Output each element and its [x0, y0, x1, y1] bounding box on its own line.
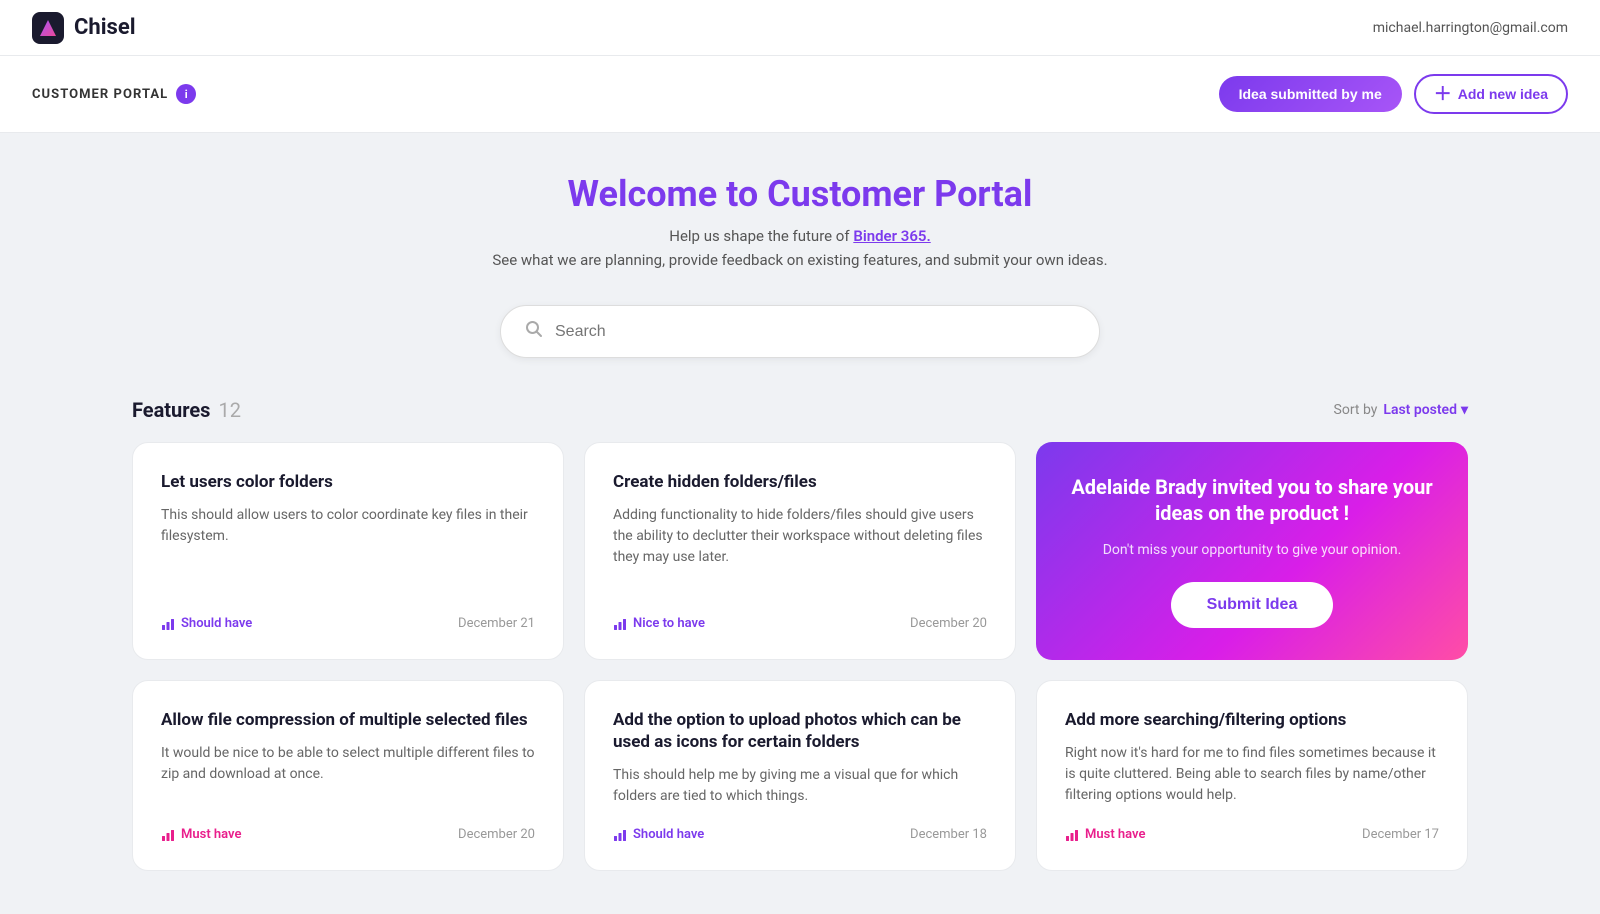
sort-value-button[interactable]: Last posted ▾	[1383, 402, 1468, 418]
search-icon	[525, 320, 543, 343]
hero-description: See what we are planning, provide feedba…	[132, 251, 1468, 269]
logo-area: Chisel	[32, 12, 136, 44]
chisel-logo-icon	[32, 12, 64, 44]
promo-sub: Don't miss your opportunity to give your…	[1103, 542, 1402, 558]
tag-label: Must have	[1085, 827, 1145, 842]
header-actions: Idea submitted by me ＋ Add new idea	[1219, 74, 1568, 114]
feature-card[interactable]: Allow file compression of multiple selec…	[132, 680, 564, 871]
card-tag: Nice to have	[613, 616, 705, 631]
bar-chart-icon	[613, 617, 627, 631]
idea-submitted-button[interactable]: Idea submitted by me	[1219, 76, 1402, 112]
main-content: Welcome to Customer Portal Help us shape…	[100, 133, 1500, 911]
card-desc: It would be nice to be able to select mu…	[161, 743, 535, 807]
features-header: Features 12 Sort by Last posted ▾	[132, 398, 1468, 422]
feature-card[interactable]: Create hidden folders/files Adding funct…	[584, 442, 1016, 660]
hero-title-brand: Customer Portal	[767, 173, 1032, 215]
card-desc: This should help me by giving me a visua…	[613, 765, 987, 807]
features-title: Features 12	[132, 398, 241, 422]
card-footer: Should have December 21	[161, 616, 535, 631]
hero-sub-text: Help us shape the future of	[669, 227, 853, 245]
card-title: Add more searching/filtering options	[1065, 709, 1439, 731]
card-tag: Should have	[613, 827, 704, 842]
search-box	[500, 305, 1100, 358]
card-title: Add the option to upload photos which ca…	[613, 709, 987, 753]
cards-grid: Let users color folders This should allo…	[132, 442, 1468, 871]
hero-section: Welcome to Customer Portal Help us shape…	[132, 173, 1468, 269]
search-input[interactable]	[555, 323, 1075, 341]
info-icon: i	[176, 84, 196, 104]
logo-text: Chisel	[74, 15, 136, 40]
card-desc: Right now it's hard for me to find files…	[1065, 743, 1439, 807]
tag-label: Nice to have	[633, 616, 705, 631]
card-date: December 21	[458, 616, 535, 631]
search-container	[132, 305, 1468, 358]
portal-label-text: CUSTOMER PORTAL	[32, 87, 168, 102]
chevron-down-icon: ▾	[1461, 402, 1468, 418]
card-tag: Must have	[1065, 827, 1145, 842]
bar-chart-icon	[161, 828, 175, 842]
card-tag: Must have	[161, 827, 241, 842]
card-date: December 20	[910, 616, 987, 631]
bar-chart-icon	[1065, 828, 1079, 842]
card-title: Allow file compression of multiple selec…	[161, 709, 535, 731]
card-footer: Must have December 20	[161, 827, 535, 842]
card-title: Let users color folders	[161, 471, 535, 493]
hero-subtitle: Help us shape the future of Binder 365.	[132, 227, 1468, 245]
card-date: December 17	[1362, 827, 1439, 842]
card-footer: Should have December 18	[613, 827, 987, 842]
tag-label: Must have	[181, 827, 241, 842]
card-date: December 18	[910, 827, 987, 842]
feature-card[interactable]: Add the option to upload photos which ca…	[584, 680, 1016, 871]
top-nav: Chisel michael.harrington@gmail.com	[0, 0, 1600, 56]
promo-title: Adelaide Brady invited you to share your…	[1064, 474, 1440, 526]
tag-label: Should have	[181, 616, 252, 631]
features-label: Features	[132, 398, 210, 422]
add-new-idea-button[interactable]: ＋ Add new idea	[1414, 74, 1568, 114]
bar-chart-icon	[161, 617, 175, 631]
features-count: 12	[218, 398, 240, 422]
card-title: Create hidden folders/files	[613, 471, 987, 493]
sort-area: Sort by Last posted ▾	[1334, 402, 1468, 418]
submit-idea-button[interactable]: Submit Idea	[1171, 582, 1334, 628]
user-email: michael.harrington@gmail.com	[1373, 20, 1568, 36]
feature-card[interactable]: Let users color folders This should allo…	[132, 442, 564, 660]
page-header-bar: CUSTOMER PORTAL i Idea submitted by me ＋…	[0, 56, 1600, 133]
add-idea-label: Add new idea	[1458, 86, 1548, 102]
card-desc: Adding functionality to hide folders/fil…	[613, 505, 987, 596]
card-footer: Nice to have December 20	[613, 616, 987, 631]
bar-chart-icon	[613, 828, 627, 842]
card-desc: This should allow users to color coordin…	[161, 505, 535, 596]
plus-icon: ＋	[1434, 85, 1452, 103]
card-date: December 20	[458, 827, 535, 842]
promo-card: Adelaide Brady invited you to share your…	[1036, 442, 1468, 660]
sort-label: Sort by	[1334, 402, 1378, 418]
feature-card[interactable]: Add more searching/filtering options Rig…	[1036, 680, 1468, 871]
brand-link[interactable]: Binder 365.	[853, 227, 930, 245]
hero-title-start: Welcome to	[568, 173, 768, 215]
card-footer: Must have December 17	[1065, 827, 1439, 842]
portal-label: CUSTOMER PORTAL i	[32, 84, 196, 104]
card-tag: Should have	[161, 616, 252, 631]
hero-title: Welcome to Customer Portal	[132, 173, 1468, 215]
tag-label: Should have	[633, 827, 704, 842]
